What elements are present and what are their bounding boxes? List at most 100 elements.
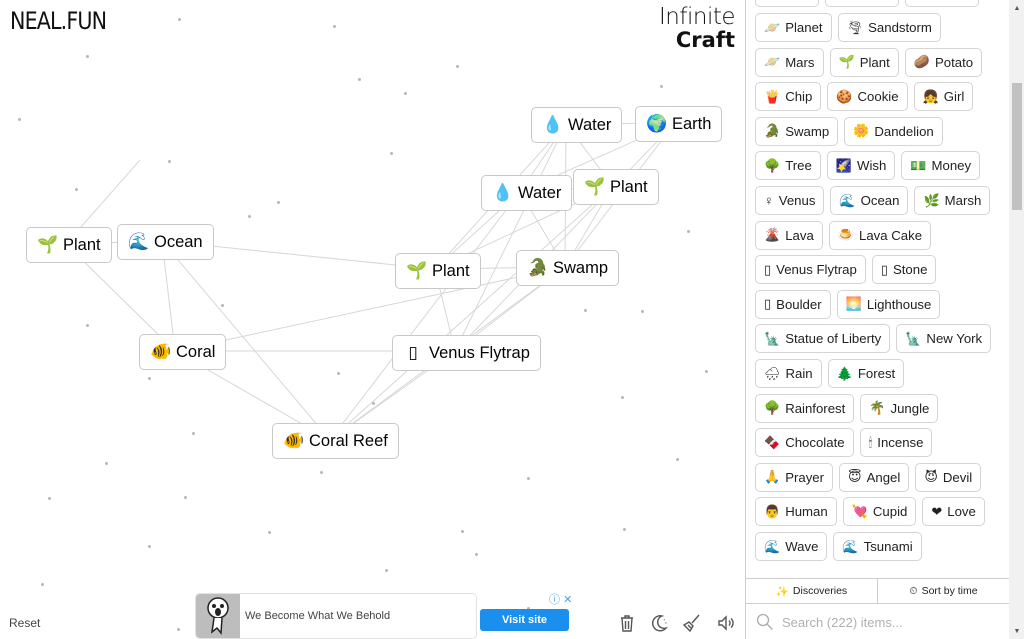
item-chip-planet[interactable]: 🪐 Planet — [755, 13, 832, 42]
item-label: Venus Flytrap — [776, 262, 857, 278]
item-emoji-icon: ▯ — [880, 261, 888, 277]
moon-icon[interactable] — [648, 612, 670, 634]
item-chip-dandelion[interactable]: 🌼 Dandelion — [844, 116, 943, 146]
item-chip-money[interactable]: 💵 Money — [901, 151, 981, 181]
ad-banner[interactable]: We Become What We Behold — [195, 593, 477, 639]
item-chip-chip[interactable]: 🍟 Chip — [755, 82, 822, 112]
search-input[interactable] — [782, 614, 982, 630]
element-emoji-icon: 🌱 — [584, 177, 606, 196]
canvas-element-water-1[interactable]: 💧 Water — [531, 107, 623, 143]
canvas-element-water-2[interactable]: 💧 Water — [481, 175, 573, 211]
item-chip-venus-flytrap[interactable]: ▯ Venus Flytrap — [755, 255, 866, 285]
particle — [358, 78, 361, 81]
item-chip-sandstorm[interactable]: 🌪 Sandstorm — [837, 13, 941, 42]
item-chip-boulder[interactable]: ▯ Boulder — [755, 289, 831, 319]
sound-icon[interactable] — [715, 612, 737, 634]
particle — [148, 377, 151, 380]
item-chip-chocolate[interactable]: 🍫 Chocolate — [755, 428, 854, 458]
item-chip-partial[interactable] — [755, 0, 819, 7]
tab-discoveries[interactable]: ✨ Discoveries — [746, 579, 877, 603]
sidebar-scrollbar[interactable]: ▲ ▼ — [1009, 0, 1024, 639]
ad-visit-site-button[interactable]: Visit site — [480, 609, 569, 631]
item-label: Lighthouse — [866, 296, 932, 312]
item-chip-lava-cake[interactable]: 🍮 Lava Cake — [828, 220, 932, 250]
item-chip-tsunami[interactable]: 🌊 Tsunami — [833, 532, 922, 561]
item-chip-wave[interactable]: 🌊 Wave — [755, 532, 828, 561]
item-row: 🌳 Rainforest 🌴 Jungle — [755, 393, 939, 423]
item-chip-potato[interactable]: 🥔 Potato — [904, 47, 983, 77]
item-emoji-icon: 🌊 — [764, 538, 781, 554]
item-chip-swamp[interactable]: 🐊 Swamp — [755, 116, 839, 146]
item-chip-cookie[interactable]: 🍪 Cookie — [827, 82, 908, 112]
item-chip-cupid[interactable]: 💘 Cupid — [842, 497, 917, 527]
ad-info-controls[interactable]: ⓘ ✕ — [549, 591, 572, 607]
items-list[interactable]: 🪐 Planet 🌪 Sandstorm 🪐 Mars 🌱 Plant 🥔 Potato 🍟 Chip… — [746, 0, 1009, 576]
item-label: Jungle — [890, 400, 930, 416]
item-chip-statue-of-liberty[interactable]: 🗽 Statue of Liberty — [755, 324, 891, 354]
canvas-element-plant-1[interactable]: 🌱 Plant — [573, 169, 659, 205]
canvas-element-coral-1[interactable]: 🐠 Coral — [139, 334, 227, 370]
ad-close-icon[interactable]: ✕ — [563, 594, 572, 606]
item-label: Planet — [785, 20, 823, 35]
item-emoji-icon: 🌪 — [846, 19, 864, 35]
item-emoji-icon: 💘 — [851, 503, 868, 519]
element-emoji-icon: 🐊 — [527, 258, 549, 277]
item-emoji-icon: 🪐 — [764, 54, 781, 70]
sparkles-icon: ✨ — [775, 585, 789, 598]
item-emoji-icon: 🙏 — [764, 469, 781, 485]
scrollbar-thumb[interactable] — [1012, 82, 1022, 211]
item-chip-plant[interactable]: 🌱 Plant — [829, 47, 899, 77]
item-label: Marsh — [944, 193, 982, 208]
item-chip-love[interactable]: ❤ Love — [922, 497, 985, 527]
item-chip-prayer[interactable]: 🙏 Prayer — [755, 462, 834, 492]
canvas-element-plant-2[interactable]: 🌱 Plant — [26, 227, 112, 263]
neal-fun-logo[interactable]: NEAL.FUN — [10, 7, 107, 35]
item-chip-stone[interactable]: ▯ Stone — [871, 255, 937, 285]
crafting-canvas[interactable]: NEAL.FUN Infinite Craft 💧 Water 🌍 Earth 💧 Wat… — [0, 0, 745, 639]
canvas-element-plant-3[interactable]: 🌱 Plant — [395, 253, 481, 289]
item-chip-lighthouse[interactable]: 🌅 Lighthouse — [836, 289, 941, 319]
element-emoji-icon: 🐠 — [283, 431, 305, 450]
reset-button[interactable]: Reset — [9, 616, 40, 630]
canvas-element-earth-1[interactable]: 🌍 Earth — [635, 106, 723, 142]
item-chip-forest[interactable]: 🌲 Forest — [827, 359, 905, 388]
item-chip-venus[interactable]: ♀ Venus — [755, 186, 825, 215]
item-chip-lava[interactable]: 🌋 Lava — [755, 220, 823, 250]
element-label: Plant — [432, 261, 470, 280]
element-emoji-icon: 💧 — [542, 115, 564, 134]
item-chip-incense[interactable]: 🕯 Incense — [859, 428, 933, 458]
item-chip-tree[interactable]: 🌳 Tree — [755, 151, 821, 181]
item-chip-marsh[interactable]: 🌿 Marsh — [914, 186, 991, 215]
canvas-element-swamp-1[interactable]: 🐊 Swamp — [516, 250, 620, 286]
item-chip-ocean[interactable]: 🌊 Ocean — [830, 186, 909, 215]
canvas-element-coral-reef-1[interactable]: 🐠 Coral Reef — [272, 423, 399, 459]
item-chip-wish[interactable]: 🌠 Wish — [826, 151, 896, 181]
item-chip-new-york[interactable]: 🗽 New York — [896, 324, 992, 354]
item-label: Ocean — [860, 193, 900, 208]
particle — [178, 18, 181, 21]
item-chip-human[interactable]: 👨 Human — [755, 497, 837, 527]
trash-icon[interactable] — [616, 612, 638, 634]
item-chip-jungle[interactable]: 🌴 Jungle — [860, 393, 939, 423]
item-label: Angel — [866, 469, 901, 485]
scroll-up-arrow[interactable]: ▲ — [1009, 0, 1024, 16]
item-label: Statue of Liberty — [785, 331, 882, 347]
item-chip-girl[interactable]: 👧 Girl — [913, 82, 974, 112]
ad-info-icon[interactable]: ⓘ — [549, 594, 560, 606]
item-emoji-icon: 🌧 — [764, 365, 781, 381]
item-chip-mars[interactable]: 🪐 Mars — [755, 47, 824, 77]
item-chip-partial[interactable] — [905, 0, 979, 7]
item-chip-angel[interactable]: 😇 Angel — [839, 462, 910, 492]
scroll-down-arrow[interactable]: ▼ — [1009, 623, 1024, 639]
broom-icon[interactable] — [681, 612, 703, 634]
item-chip-rainforest[interactable]: 🌳 Rainforest — [755, 393, 855, 423]
item-chip-rain[interactable]: 🌧 Rain — [755, 359, 822, 388]
item-emoji-icon: 🌳 — [764, 400, 781, 416]
item-label: Cupid — [872, 504, 908, 520]
canvas-element-ocean-1[interactable]: 🌊 Ocean — [117, 224, 214, 260]
canvas-element-venus-flytrap-1[interactable]: ▯ Venus Flytrap — [392, 335, 541, 371]
tab-sort-by-time[interactable]: ⏲ Sort by time — [877, 579, 1009, 603]
item-label: Swamp — [785, 123, 830, 139]
item-chip-partial[interactable] — [825, 0, 899, 7]
item-chip-devil[interactable]: 😈 Devil — [915, 462, 982, 492]
